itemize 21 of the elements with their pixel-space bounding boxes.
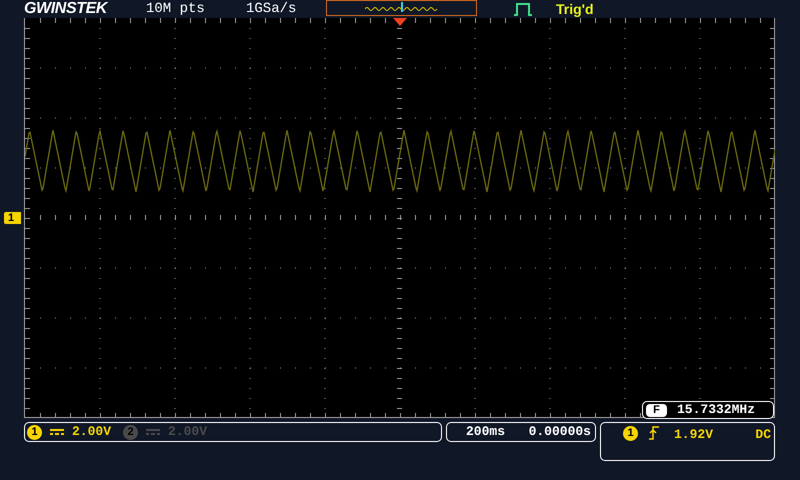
trigger-position-icon [393,18,407,26]
trigger-level: 1.92V [674,426,714,444]
trigger-coupling: DC [755,426,771,444]
memory-depth: 10M pts [146,0,206,18]
time-scale: 200ms [466,423,506,442]
pulse-icon [513,2,533,16]
sample-rate: 1GSa/s [246,0,298,18]
vertical-scale: 2.00V [168,423,208,442]
trigger-status: Trig'd [556,0,594,19]
dc-coupling-icon [146,428,160,436]
frequency-counter-badge: F [646,404,667,416]
brand-logo: GWINSTEK [24,1,110,17]
vertical-scale: 2.00V [72,423,112,442]
dc-coupling-icon [50,428,64,436]
trigger-source-badge: 1 [623,426,638,441]
rising-edge-icon [648,426,660,440]
channel-badge: 1 [27,424,42,440]
time-position: 0.00000s [528,423,591,442]
channel-badge: 2 [123,424,138,440]
channel-marker: 1 [4,212,21,224]
frequency-value: 15.7332MHz [677,401,756,420]
